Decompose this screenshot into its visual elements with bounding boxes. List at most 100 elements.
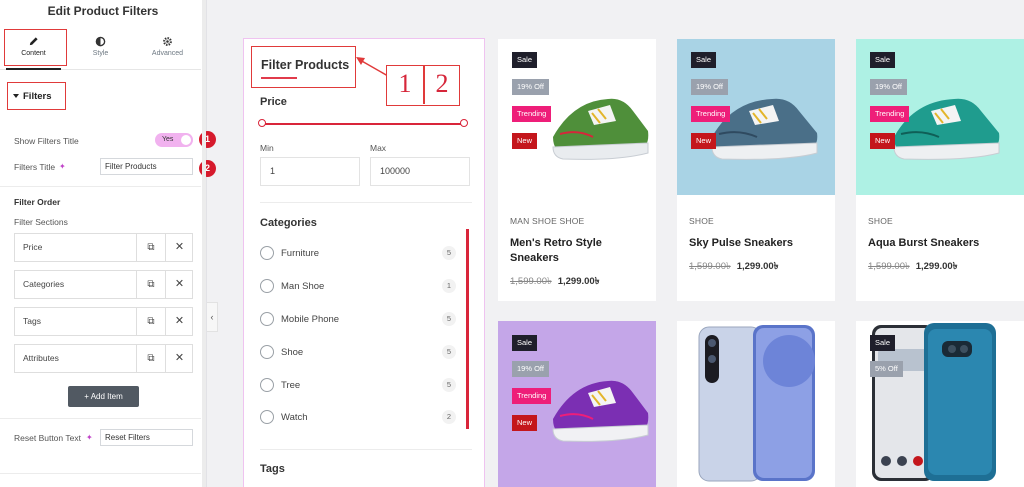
category-count: 2	[442, 410, 456, 424]
repeater-item-label: Categories	[23, 279, 65, 289]
title-underline	[261, 77, 297, 79]
category-option[interactable]: Furniture 5	[260, 246, 456, 263]
range-min-handle[interactable]	[258, 119, 266, 127]
new-badge: New	[512, 133, 538, 149]
old-price: 1,599.00৳	[510, 276, 552, 287]
close-icon[interactable]: ✕	[165, 345, 193, 372]
trending-badge: Trending	[512, 388, 552, 404]
category-option[interactable]: Watch 2	[260, 410, 456, 427]
repeater-item-tags[interactable]: Tags ⧉ ✕	[14, 307, 193, 336]
close-icon[interactable]: ✕	[165, 308, 193, 335]
show-filters-title-toggle[interactable]: Yes	[155, 133, 193, 147]
product-name[interactable]: Aqua Burst Sneakers	[868, 236, 1008, 251]
product-name[interactable]: Sky Pulse Sneakers	[689, 236, 829, 251]
product-price: 1,599.00৳ 1,299.00৳	[689, 260, 778, 275]
sale-badge: Sale	[512, 335, 538, 351]
repeater-item-label: Attributes	[23, 353, 59, 363]
category-label: Shoe	[281, 347, 304, 358]
category-option[interactable]: Mobile Phone 5	[260, 312, 456, 329]
ai-sparkle-icon[interactable]: ✦	[59, 162, 66, 171]
repeater-item-categories[interactable]: Categories ⧉ ✕	[14, 270, 193, 299]
duplicate-icon[interactable]: ⧉	[136, 271, 165, 298]
price-range-track[interactable]	[261, 123, 465, 125]
divider	[260, 202, 472, 203]
tab-advanced[interactable]: Advanced	[134, 28, 201, 69]
category-label: Mobile Phone	[281, 314, 340, 325]
collapse-panel-handle[interactable]: ‹	[207, 302, 218, 332]
product-card[interactable]: Sale 19% Off Trending New SHOE Sky Pulse…	[677, 39, 835, 301]
product-category[interactable]: MAN SHOE SHOE	[510, 216, 584, 226]
sale-badge: Sale	[870, 52, 896, 68]
callout-number-2: 2	[435, 69, 449, 98]
trending-badge: Trending	[691, 106, 731, 122]
close-icon[interactable]: ✕	[165, 271, 193, 298]
reset-button-text-input[interactable]	[100, 429, 193, 446]
product-category[interactable]: SHOE	[868, 216, 893, 226]
radio-button[interactable]	[260, 378, 274, 392]
category-count: 5	[442, 246, 456, 260]
half-circle-icon	[67, 36, 134, 50]
repeater-item-price[interactable]: Price ⧉ ✕	[14, 233, 193, 262]
categories-heading: Categories	[260, 217, 317, 229]
product-price: 1,599.00৳ 1,299.00৳	[510, 275, 599, 290]
categories-scrollbar[interactable]	[466, 229, 469, 429]
product-card[interactable]: Sale 19% Off Trending New	[498, 321, 656, 487]
discount-badge: 19% Off	[512, 79, 549, 95]
product-category[interactable]: SHOE	[689, 216, 714, 226]
min-label: Min	[260, 143, 274, 153]
price-heading: Price	[260, 96, 287, 108]
sale-price: 1,299.00৳	[557, 276, 600, 287]
tab-style-label: Style	[92, 50, 109, 57]
radio-button[interactable]	[260, 246, 274, 260]
product-image[interactable]	[677, 321, 835, 487]
duplicate-icon[interactable]: ⧉	[136, 234, 165, 261]
filter-order-heading: Filter Order	[14, 197, 61, 207]
filters-title-input[interactable]	[100, 158, 193, 175]
editor-panel: Edit Product Filters Content Style Advan…	[0, 0, 216, 487]
close-icon[interactable]: ✕	[165, 234, 193, 261]
panel-title: Edit Product Filters	[47, 4, 159, 18]
tags-heading: Tags	[260, 463, 285, 475]
new-badge: New	[691, 133, 717, 149]
annotation-callout: 1 2	[386, 65, 460, 106]
filter-title: Filter Products	[261, 58, 350, 72]
gear-icon	[134, 36, 201, 50]
min-price-input[interactable]: 1	[260, 157, 360, 186]
max-price-input[interactable]: 100000	[370, 157, 470, 186]
product-card[interactable]: Sale 19% Off Trending New MAN SHOE SHOE …	[498, 39, 656, 301]
panel-scrollbar[interactable]	[202, 0, 206, 487]
product-card[interactable]	[677, 321, 835, 487]
divider	[0, 418, 201, 419]
sale-price: 1,299.00৳	[736, 261, 779, 272]
trending-badge: Trending	[870, 106, 910, 122]
radio-button[interactable]	[260, 312, 274, 326]
duplicate-icon[interactable]: ⧉	[136, 345, 165, 372]
ai-sparkle-icon[interactable]: ✦	[86, 433, 93, 442]
radio-button[interactable]	[260, 279, 274, 293]
category-option[interactable]: Shoe 5	[260, 345, 456, 362]
radio-button[interactable]	[260, 345, 274, 359]
category-count: 5	[442, 378, 456, 392]
repeater-item-attributes[interactable]: Attributes ⧉ ✕	[14, 344, 193, 373]
category-option[interactable]: Tree 5	[260, 378, 456, 395]
trending-badge: Trending	[512, 106, 552, 122]
category-count: 5	[442, 345, 456, 359]
radio-button[interactable]	[260, 410, 274, 424]
add-item-button[interactable]: + Add Item	[68, 386, 139, 407]
duplicate-icon[interactable]: ⧉	[136, 308, 165, 335]
filters-section-toggle[interactable]: Filters	[7, 82, 66, 110]
tab-style[interactable]: Style	[67, 28, 134, 69]
max-label: Max	[370, 143, 387, 153]
range-max-handle[interactable]	[460, 119, 468, 127]
discount-badge: 5% Off	[870, 361, 903, 377]
product-card[interactable]: Sale 19% Off Trending New SHOE Aqua Burs…	[856, 39, 1024, 301]
new-badge: New	[870, 133, 896, 149]
category-option[interactable]: Man Shoe 1	[260, 279, 456, 296]
product-card[interactable]: Sale 5% Off	[856, 321, 1024, 487]
sale-badge: Sale	[512, 52, 538, 68]
toggle-text: Yes	[162, 136, 174, 143]
product-name[interactable]: Men's Retro Style Sneakers	[510, 236, 650, 266]
old-price: 1,599.00৳	[689, 261, 731, 272]
phone-image	[698, 325, 815, 482]
product-price: 1,599.00৳ 1,299.00৳	[868, 260, 957, 275]
